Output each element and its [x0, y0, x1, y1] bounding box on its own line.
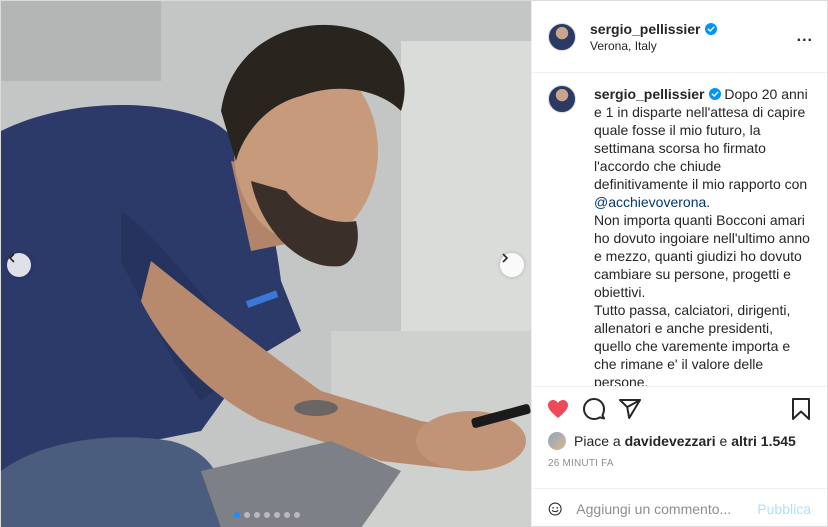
comment-button[interactable]: [582, 397, 606, 421]
emoji-icon[interactable]: [548, 498, 562, 520]
likes-summary: Piace a davidevezzari e altri 1.545: [532, 430, 827, 452]
post-caption: sergio_pellissier Dopo 20 anni e 1 in di…: [594, 85, 811, 386]
share-button[interactable]: [618, 397, 642, 421]
author-avatar[interactable]: [548, 22, 576, 51]
likes-middle: e: [715, 433, 732, 449]
post-photo: [1, 1, 531, 527]
caption-text-end: . Non importa quanti Bocconi amari ho do…: [594, 194, 810, 386]
carousel-dot: [294, 512, 300, 518]
caption-author-avatar[interactable]: [548, 85, 576, 113]
share-icon: [619, 398, 641, 419]
chevron-left-icon: [8, 253, 15, 263]
author-username-text[interactable]: sergio_pellissier: [590, 21, 701, 37]
verified-badge-icon: [708, 88, 721, 100]
like-button[interactable]: [546, 397, 570, 421]
carousel-dot: [244, 512, 250, 518]
post-media[interactable]: [1, 1, 531, 527]
comment-input[interactable]: [576, 500, 758, 517]
more-options-button[interactable]: ...: [797, 28, 813, 46]
caption-username[interactable]: sergio_pellissier: [594, 86, 705, 102]
carousel-indicator: [1, 512, 531, 518]
chevron-right-icon: [502, 253, 509, 263]
bookmark-icon: [792, 397, 810, 420]
caption-area: sergio_pellissier Dopo 20 anni e 1 in di…: [532, 73, 827, 386]
carousel-dot: [254, 512, 260, 518]
heart-icon: [548, 399, 568, 418]
caption-mention-link[interactable]: @acchievoverona: [594, 194, 706, 210]
post-location[interactable]: Verona, Italy: [590, 39, 797, 53]
publish-button[interactable]: Pubblica: [757, 501, 811, 517]
post-timestamp[interactable]: 26 MINUTI FA: [532, 452, 827, 476]
carousel-dot: [284, 512, 290, 518]
carousel-dot: [234, 512, 240, 518]
likes-prefix: Piace a: [574, 433, 625, 449]
liker-username[interactable]: davidevezzari: [625, 433, 716, 449]
post-actions: [532, 386, 827, 430]
previous-image-button[interactable]: [7, 253, 31, 277]
next-image-button[interactable]: [500, 253, 524, 277]
comment-icon: [583, 397, 605, 420]
post-header: sergio_pellissier Verona, Italy ...: [532, 1, 827, 73]
save-button[interactable]: [789, 397, 813, 421]
carousel-dot: [274, 512, 280, 518]
post-side-panel: sergio_pellissier Verona, Italy ... serg…: [531, 1, 827, 527]
header-info: sergio_pellissier Verona, Italy: [590, 21, 797, 53]
verified-badge-icon: [704, 22, 717, 35]
carousel-dot: [264, 512, 270, 518]
author-username[interactable]: sergio_pellissier: [590, 21, 717, 37]
likes-others-count[interactable]: altri 1.545: [731, 433, 796, 449]
liker-avatar[interactable]: [548, 432, 566, 450]
instagram-post: sergio_pellissier Verona, Italy ... serg…: [0, 0, 828, 527]
comment-form: Pubblica: [532, 488, 827, 527]
